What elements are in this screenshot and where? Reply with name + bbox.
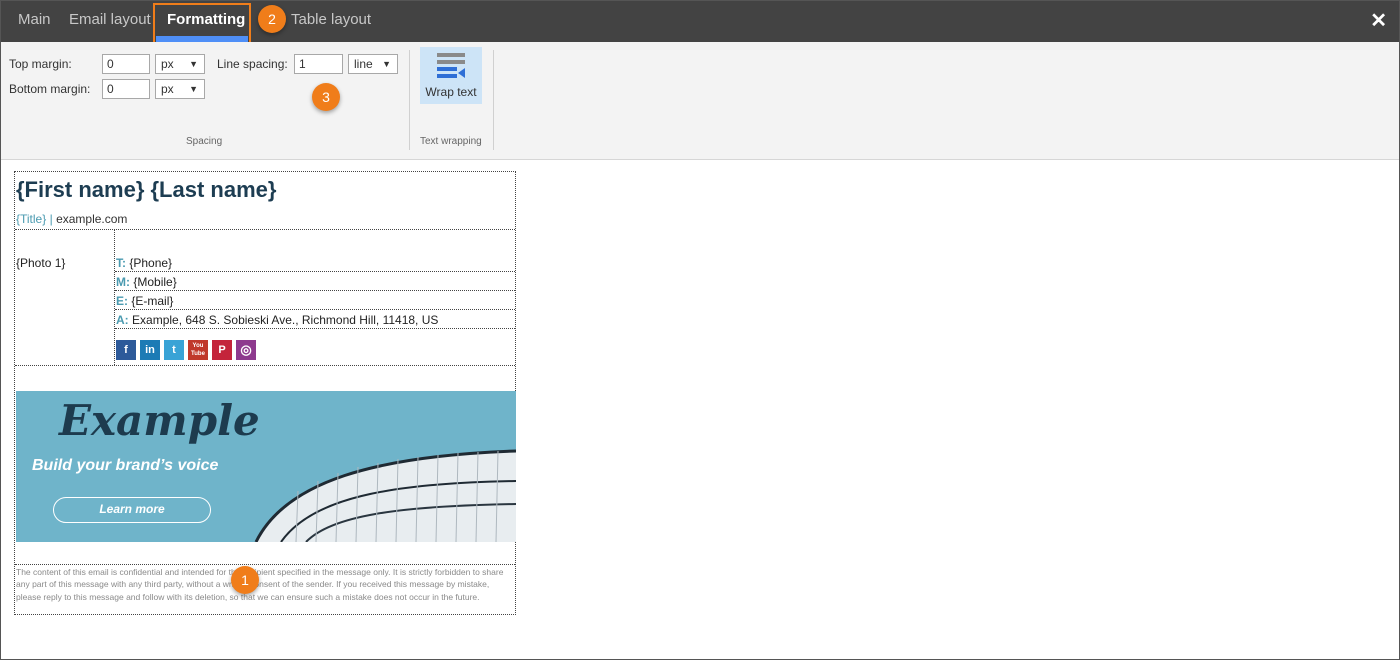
phone-line: T: {Phone}: [116, 256, 172, 270]
cell-divider: [15, 564, 515, 565]
callout-badge-2: 2: [258, 5, 286, 33]
email-value: {E-mail}: [131, 294, 174, 308]
mobile-value: {Mobile}: [133, 275, 177, 289]
twitter-icon[interactable]: t: [164, 340, 184, 360]
wrap-text-button[interactable]: Wrap text: [420, 47, 482, 104]
spacing-group-label: Spacing: [186, 136, 223, 147]
banner-tagline: Build your brand’s voice: [32, 457, 219, 474]
bottom-margin-unit-select[interactable]: px ▼: [155, 79, 205, 99]
formatting-ribbon: Top margin: 0 px ▼ Bottom margin: 0 px ▼…: [1, 42, 1399, 160]
tab-main[interactable]: Main: [18, 1, 51, 42]
address-line: A: Example, 648 S. Sobieski Ave., Richmo…: [116, 313, 438, 327]
facebook-icon[interactable]: f: [116, 340, 136, 360]
address-value: Example, 648 S. Sobieski Ave., Richmond …: [132, 313, 439, 327]
callout-badge-1: 1: [231, 566, 259, 594]
wrap-text-icon: [437, 53, 465, 78]
building-image: [254, 449, 516, 542]
line-spacing-unit-value: line: [354, 57, 373, 71]
title-placeholder: {Title}: [16, 212, 47, 226]
close-icon[interactable]: ✕: [1370, 11, 1387, 31]
mobile-line: M: {Mobile}: [116, 275, 177, 289]
chevron-down-icon: ▼: [382, 59, 391, 69]
banner-brand: Example: [59, 396, 260, 445]
cell-divider: [115, 309, 515, 310]
phone-key: T:: [116, 256, 126, 270]
email-line: E: {E-mail}: [116, 294, 173, 308]
signature-name: {First name} {Last name}: [16, 177, 277, 202]
top-margin-unit-value: px: [161, 57, 174, 71]
instagram-icon[interactable]: ◎: [236, 340, 256, 360]
line-spacing-unit-select[interactable]: line ▼: [348, 54, 398, 74]
tab-email-layout[interactable]: Email layout: [69, 1, 151, 42]
top-margin-input[interactable]: 0: [102, 54, 150, 74]
website-link[interactable]: example.com: [56, 212, 127, 226]
bottom-margin-unit-value: px: [161, 82, 174, 96]
top-margin-label: Top margin:: [9, 57, 72, 71]
cell-divider: [15, 365, 515, 366]
title-separator: |: [49, 212, 53, 226]
cell-divider: [114, 229, 115, 365]
title-line: {Title} | example.com: [16, 212, 127, 226]
youtube-icon[interactable]: You Tube: [188, 340, 208, 360]
top-margin-unit-select[interactable]: px ▼: [155, 54, 205, 74]
cell-divider: [15, 229, 515, 230]
signature-preview[interactable]: {First name} {Last name} {Title} | examp…: [14, 171, 516, 615]
bottom-margin-input[interactable]: 0: [102, 79, 150, 99]
chevron-down-icon: ▼: [189, 84, 198, 94]
learn-more-button[interactable]: Learn more: [53, 497, 211, 523]
text-wrapping-group-label: Text wrapping: [420, 136, 482, 147]
cell-divider: [115, 290, 515, 291]
mobile-key: M:: [116, 275, 130, 289]
address-key: A:: [116, 313, 129, 327]
callout-badge-3: 3: [312, 83, 340, 111]
promo-banner[interactable]: Example Build your brand’s voice Learn m…: [16, 391, 516, 542]
line-spacing-input[interactable]: 1: [294, 54, 343, 74]
pinterest-icon[interactable]: P: [212, 340, 232, 360]
cell-divider: [115, 271, 515, 272]
tab-table-layout[interactable]: Table layout: [291, 1, 371, 42]
bottom-margin-label: Bottom margin:: [9, 82, 91, 96]
confidentiality-disclaimer: The content of this email is confidentia…: [16, 567, 504, 602]
photo-placeholder: {Photo 1}: [16, 256, 66, 270]
email-key: E:: [116, 294, 128, 308]
line-spacing-label: Line spacing:: [217, 57, 288, 71]
chevron-down-icon: ▼: [189, 59, 198, 69]
linkedin-icon[interactable]: in: [140, 340, 160, 360]
email-signature-editor-window: Main Email layout Formatting Table layou…: [0, 0, 1400, 660]
cell-divider: [115, 328, 515, 329]
phone-value: {Phone}: [129, 256, 173, 270]
group-divider: [493, 50, 494, 150]
group-divider: [409, 50, 410, 150]
wrap-text-label: Wrap text: [425, 85, 477, 99]
